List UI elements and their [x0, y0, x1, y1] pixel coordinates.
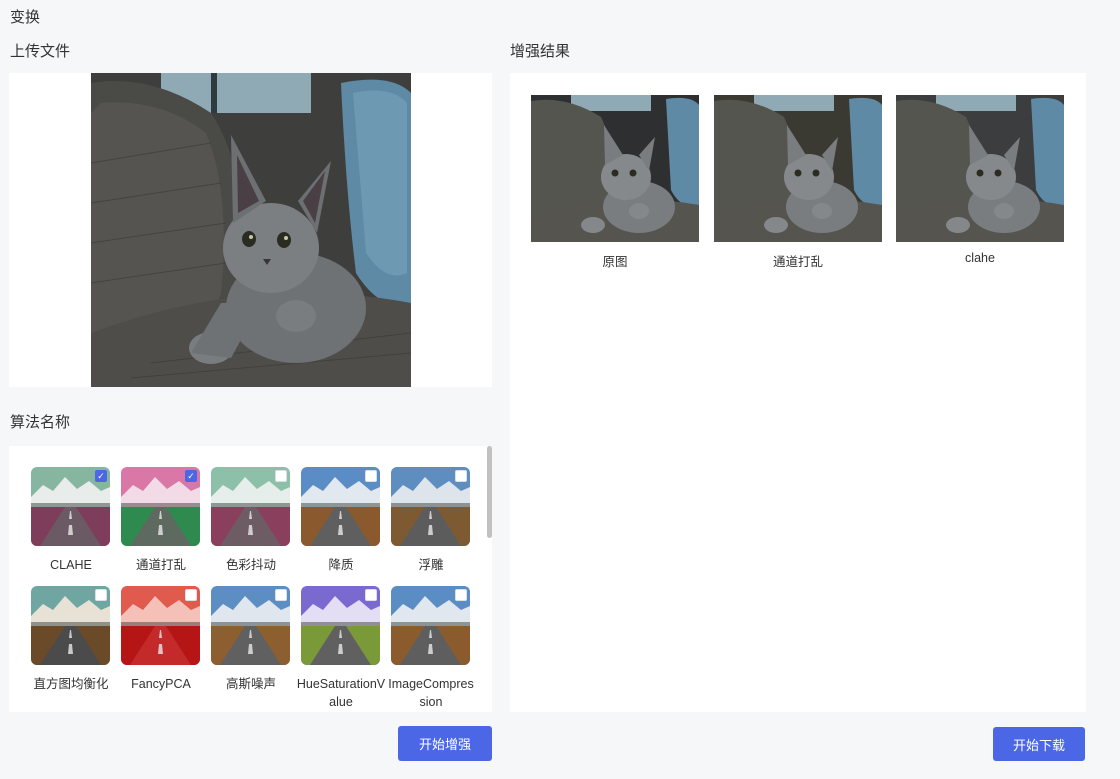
algorithm-label: ImageCompression: [388, 677, 474, 709]
algorithm-item[interactable]: HueSaturationValue: [297, 586, 385, 711]
algorithm-preview-image[interactable]: [391, 586, 470, 665]
algorithm-checkbox[interactable]: [455, 470, 467, 482]
algorithm-item[interactable]: ✓ CLAHE: [31, 467, 110, 574]
algorithm-checkbox[interactable]: [95, 589, 107, 601]
algorithm-label: CLAHE: [50, 558, 92, 572]
algorithms-section-title: 算法名称: [10, 414, 71, 431]
algorithm-preview-image[interactable]: ✓: [121, 467, 200, 546]
algorithm-preview-image[interactable]: [391, 467, 470, 546]
algorithm-item[interactable]: 直方图均衡化: [31, 586, 110, 693]
start-download-button[interactable]: 开始下载: [993, 727, 1085, 761]
result-label: 原图: [602, 255, 628, 269]
algorithm-label: 浮雕: [418, 558, 444, 572]
algorithm-preview-image[interactable]: ✓: [31, 467, 110, 546]
algorithm-label: 高斯噪声: [225, 677, 276, 691]
algorithm-preview-image[interactable]: [211, 467, 290, 546]
result-label: 通道打乱: [772, 255, 823, 269]
algorithm-label: FancyPCA: [131, 677, 191, 691]
result-image[interactable]: [714, 95, 882, 242]
algorithm-item[interactable]: ImageCompression: [388, 586, 474, 711]
result-item[interactable]: 原图: [531, 95, 699, 270]
algorithm-checkbox[interactable]: [275, 470, 287, 482]
algorithms-panel[interactable]: ✓ CLAHE ✓ 通道打乱 色彩抖动 降质 浮雕直方图均衡化 FancyPCA 高斯噪声 Hue…: [9, 446, 492, 712]
result-image[interactable]: [531, 95, 699, 242]
algorithm-preview-image[interactable]: [301, 586, 380, 665]
results-panel: 原图 通道打乱 clahe: [510, 73, 1086, 712]
algorithm-item[interactable]: 高斯噪声: [211, 586, 290, 693]
algorithm-checkbox[interactable]: ✓: [185, 470, 197, 482]
algorithm-checkbox[interactable]: [185, 589, 197, 601]
algorithm-item[interactable]: FancyPCA: [121, 586, 200, 693]
algorithm-scrollbar[interactable]: [487, 446, 492, 538]
start-enhance-button[interactable]: 开始增强: [398, 726, 492, 761]
algorithm-label: 直方图均衡化: [33, 677, 109, 691]
algorithm-checkbox[interactable]: ✓: [95, 470, 107, 482]
algorithm-label: 通道打乱: [135, 558, 186, 572]
algorithm-label: 降质: [328, 558, 354, 572]
upload-panel[interactable]: [9, 73, 492, 387]
page-title: 变换: [10, 9, 41, 26]
uploaded-kitten-image[interactable]: [91, 73, 411, 387]
algorithm-preview-image[interactable]: [121, 586, 200, 665]
algorithm-item[interactable]: 色彩抖动: [211, 467, 290, 574]
algorithm-checkbox[interactable]: [275, 589, 287, 601]
algorithm-item[interactable]: ✓ 通道打乱: [121, 467, 200, 574]
algorithm-checkbox[interactable]: [365, 470, 377, 482]
result-item[interactable]: clahe: [896, 95, 1064, 265]
algorithm-item[interactable]: 浮雕: [391, 467, 470, 574]
algorithm-item[interactable]: 降质: [301, 467, 380, 574]
results-section-title: 增强结果: [510, 43, 571, 60]
algorithm-checkbox[interactable]: [365, 589, 377, 601]
upload-section-title: 上传文件: [10, 43, 71, 60]
result-item[interactable]: 通道打乱: [714, 95, 882, 270]
result-image[interactable]: [896, 95, 1064, 242]
algorithm-preview-image[interactable]: [31, 586, 110, 665]
algorithm-preview-image[interactable]: [211, 586, 290, 665]
algorithm-label: 色彩抖动: [225, 558, 276, 572]
algorithm-preview-image[interactable]: [301, 467, 380, 546]
algorithm-label: HueSaturationValue: [296, 677, 386, 709]
algorithm-checkbox[interactable]: [455, 589, 467, 601]
result-label: clahe: [965, 251, 995, 265]
